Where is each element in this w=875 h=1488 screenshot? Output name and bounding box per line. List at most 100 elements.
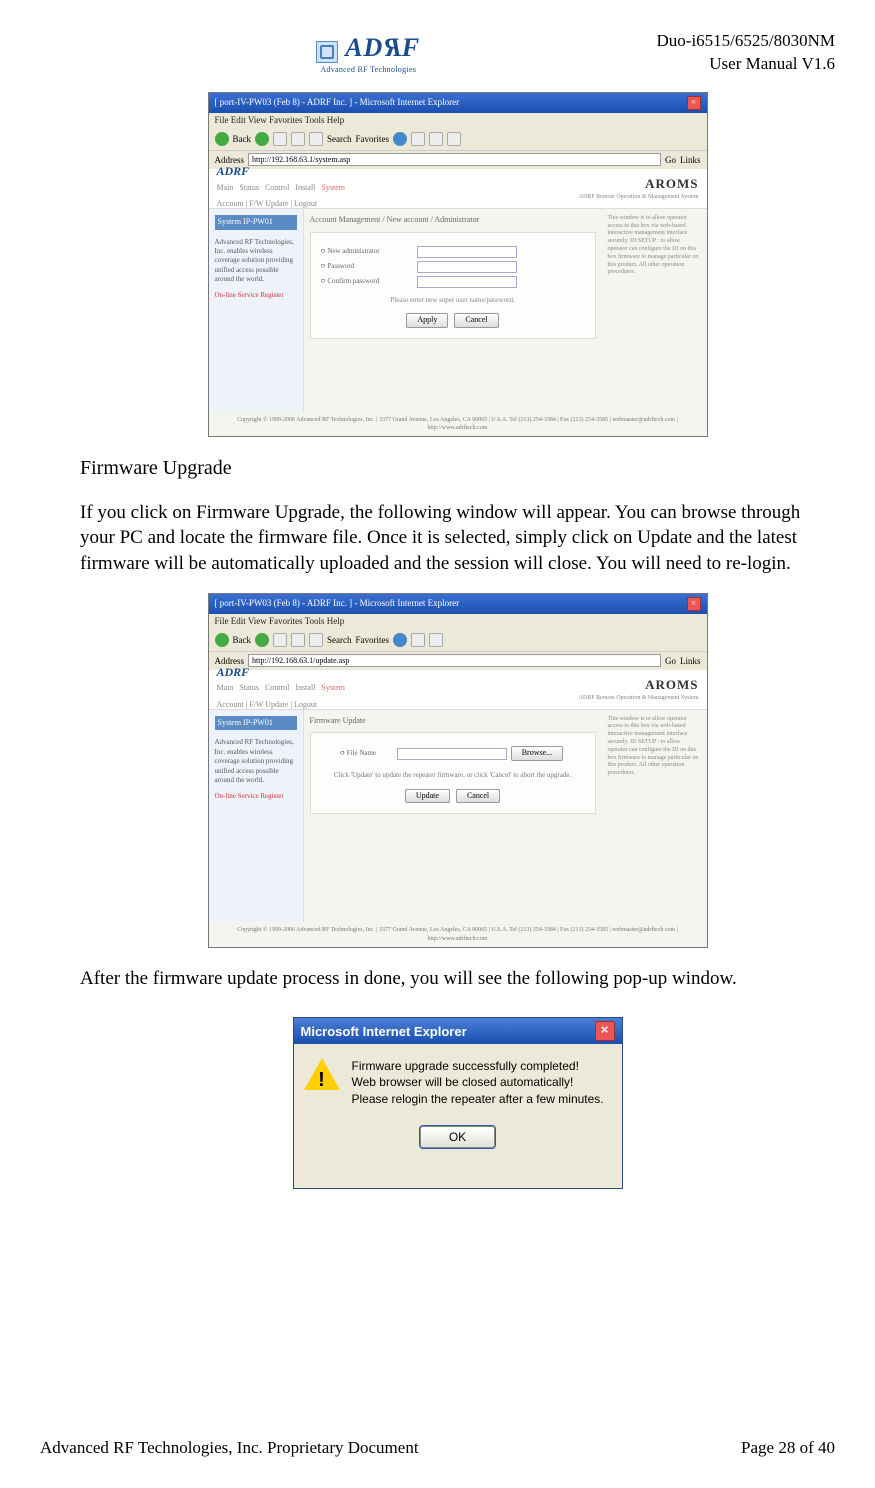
close-icon[interactable]: × <box>595 1021 615 1041</box>
nav-main[interactable]: Main <box>217 183 234 192</box>
field-label: New administrator <box>327 247 417 256</box>
refresh-icon[interactable] <box>291 132 305 146</box>
browse-button[interactable]: Browse... <box>511 746 563 761</box>
home-icon[interactable] <box>309 132 323 146</box>
apply-button[interactable]: Apply <box>406 313 448 328</box>
back-label[interactable]: Back <box>233 133 252 145</box>
main-nav[interactable]: Main Status Control Install System <box>217 680 345 697</box>
ok-button[interactable]: OK <box>420 1126 495 1148</box>
nav-control[interactable]: Control <box>265 183 289 192</box>
sidebar-text: Advanced RF Technologies, Inc. enables w… <box>215 738 297 785</box>
browser-titlebar: [ port-IV-PW03 (Feb 8) - ADRF Inc. ] - M… <box>209 594 707 614</box>
favorites-label[interactable]: Favorites <box>356 133 390 145</box>
stop-icon[interactable] <box>273 132 287 146</box>
manual-version: User Manual V1.6 <box>657 53 836 76</box>
nav-status[interactable]: Status <box>239 683 259 692</box>
close-icon[interactable]: × <box>687 597 701 611</box>
section-title: Account Management / New account / Admin… <box>310 215 596 226</box>
toolbar-icon[interactable] <box>393 132 407 146</box>
forward-icon[interactable] <box>255 132 269 146</box>
browser-menu[interactable]: File Edit View Favorites Tools Help <box>209 113 707 129</box>
back-icon[interactable] <box>215 633 229 647</box>
forward-icon[interactable] <box>255 633 269 647</box>
home-icon[interactable] <box>309 633 323 647</box>
aroms-title: AROMS <box>579 676 699 694</box>
browser-titlebar: [ port-IV-PW03 (Feb 8) - ADRF Inc. ] - M… <box>209 93 707 113</box>
browser-statusbar: Done Internet <box>209 947 707 948</box>
refresh-icon[interactable] <box>291 633 305 647</box>
file-input[interactable] <box>397 748 507 760</box>
page-header: ADRF Advanced RF Technologies Duo-i6515/… <box>80 30 835 80</box>
radio-icon[interactable]: ○ <box>321 276 326 287</box>
toolbar-icon[interactable] <box>411 132 425 146</box>
logo-area: ADRF Advanced RF Technologies <box>80 30 657 80</box>
browser-menu[interactable]: File Edit View Favorites Tools Help <box>209 614 707 630</box>
update-button[interactable]: Update <box>405 789 450 804</box>
sidebar-text: Advanced RF Technologies, Inc. enables w… <box>215 238 297 285</box>
aroms-title: AROMS <box>579 175 699 193</box>
sidebar-link[interactable]: On-line Service Register <box>215 792 297 801</box>
logo-subtitle: Advanced RF Technologies <box>316 65 420 76</box>
sidebar-header: System IP-PW01 <box>215 716 297 731</box>
adrf-logo: ADRF Advanced RF Technologies <box>316 30 420 76</box>
toolbar-icon[interactable] <box>447 132 461 146</box>
field-label: Confirm password <box>327 277 417 286</box>
main-nav[interactable]: Main Status Control Install System <box>217 180 345 197</box>
nav-install[interactable]: Install <box>295 183 315 192</box>
toolbar-icon[interactable] <box>429 633 443 647</box>
account-form: ○ New administrator ○ Password ○ Confirm… <box>310 232 596 339</box>
links-label: Links <box>680 655 701 667</box>
page-footer: Advanced RF Technologies, Inc. Proprieta… <box>40 1437 835 1460</box>
app-header: ADRF Main Status Control Install System … <box>209 169 707 209</box>
main-panel: Firmware Update ○ File Name Browse... Cl… <box>304 710 602 923</box>
back-icon[interactable] <box>215 132 229 146</box>
radio-icon[interactable]: ○ <box>340 748 345 759</box>
links-label: Links <box>680 154 701 166</box>
app-logo: ADRF <box>217 664 345 680</box>
browser-toolbar: Back Search Favorites <box>209 129 707 151</box>
nav-control[interactable]: Control <box>265 683 289 692</box>
radio-icon[interactable]: ○ <box>321 261 326 272</box>
go-button[interactable]: Go <box>665 655 676 667</box>
password-input[interactable] <box>417 261 517 273</box>
popup-line: Please relogin the repeater after a few … <box>352 1091 604 1107</box>
file-label: File Name <box>347 749 397 758</box>
toolbar-icon[interactable] <box>393 633 407 647</box>
radio-icon[interactable]: ○ <box>321 246 326 257</box>
close-icon[interactable]: × <box>687 96 701 110</box>
search-label[interactable]: Search <box>327 133 352 145</box>
go-button[interactable]: Go <box>665 154 676 166</box>
nav-status[interactable]: Status <box>239 183 259 192</box>
nav-system[interactable]: System <box>321 183 345 192</box>
window-title: [ port-IV-PW03 (Feb 8) - ADRF Inc. ] - M… <box>215 96 460 110</box>
search-label[interactable]: Search <box>327 634 352 646</box>
help-panel: This window is to allow operator access … <box>602 209 707 412</box>
browser-toolbar: Back Search Favorites <box>209 630 707 652</box>
aroms-subtitle: ADRF Remote Operation & Management Syste… <box>579 193 699 201</box>
popup-message: Firmware upgrade successfully completed!… <box>352 1058 604 1107</box>
cancel-button[interactable]: Cancel <box>456 789 500 804</box>
back-label[interactable]: Back <box>233 634 252 646</box>
favorites-label[interactable]: Favorites <box>356 634 390 646</box>
nav-main[interactable]: Main <box>217 683 234 692</box>
toolbar-icon[interactable] <box>411 633 425 647</box>
aroms-subtitle: ADRF Remote Operation & Management Syste… <box>579 694 699 702</box>
sidebar: System IP-PW01 Advanced RF Technologies,… <box>209 710 304 923</box>
app-header: ADRF Main Status Control Install System … <box>209 670 707 710</box>
app-logo: ADRF <box>217 163 345 179</box>
sidebar-link[interactable]: On-line Service Register <box>215 291 297 300</box>
body-paragraph: If you click on Firmware Upgrade, the fo… <box>80 500 835 577</box>
cancel-button[interactable]: Cancel <box>454 313 498 328</box>
confirmation-popup: Microsoft Internet Explorer × ! Firmware… <box>293 1017 623 1189</box>
firmware-form: ○ File Name Browse... Click 'Update' to … <box>310 732 596 814</box>
toolbar-icon[interactable] <box>429 132 443 146</box>
nav-install[interactable]: Install <box>295 683 315 692</box>
nav-system[interactable]: System <box>321 683 345 692</box>
stop-icon[interactable] <box>273 633 287 647</box>
sidebar: System IP-PW01 Advanced RF Technologies,… <box>209 209 304 412</box>
body-paragraph: After the firmware update process in don… <box>80 966 835 992</box>
form-note: Please enter new super user name/passwor… <box>321 296 585 305</box>
confirm-input[interactable] <box>417 276 517 288</box>
footer-right: Page 28 of 40 <box>741 1437 835 1460</box>
admin-input[interactable] <box>417 246 517 258</box>
